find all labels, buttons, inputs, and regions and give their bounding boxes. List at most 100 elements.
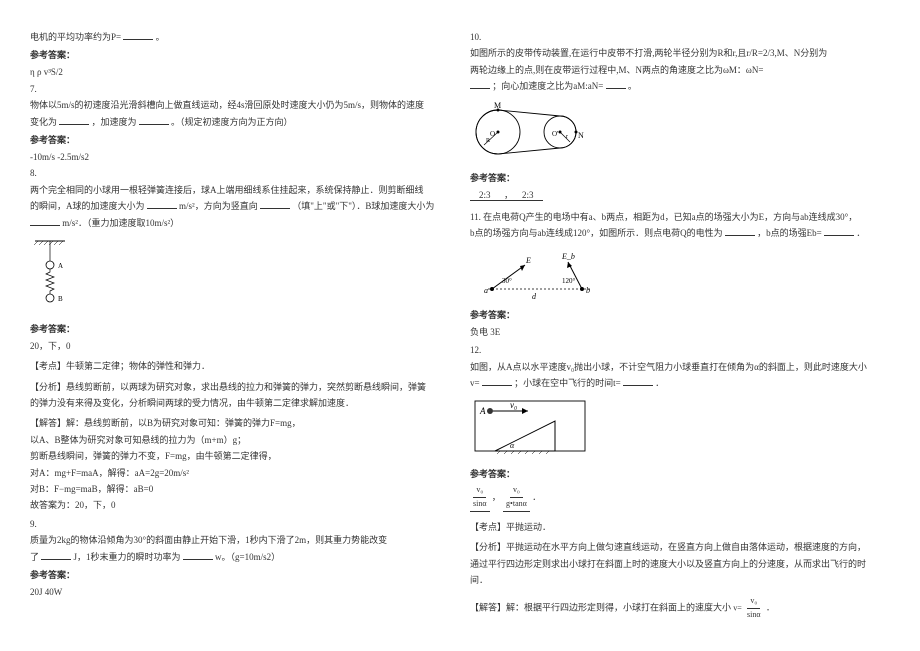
- blank: [824, 226, 854, 236]
- q12-num: 12.: [470, 343, 890, 357]
- q8-figure: A B: [30, 236, 450, 316]
- q8-line2: 的瞬间，A球的加速度大小为 m/s²，方向为竖直向 （填"上"或"下"）．B球加…: [30, 199, 450, 213]
- f12-2: 通过平行四边形定则求出小球打在斜面上时的速度大小以及竖直方向上的分速度，从而求出…: [470, 557, 890, 571]
- q8-t2c: （填"上"或"下"）．B球加速度大小为: [292, 201, 434, 211]
- a8-jie1: 【解答】解：悬线剪断前，以B为研究对象可知：弹簧的弹力F=mg，: [30, 416, 450, 430]
- svg-text:B: B: [58, 295, 63, 303]
- s12-frac: v₀ sinα: [744, 595, 764, 622]
- q6-text: 电机的平均功率约为P=: [30, 32, 121, 42]
- q12-line2: v= ；小球在空中飞行的时间t= ．: [470, 376, 890, 390]
- q12-t2: v=: [470, 378, 480, 388]
- svg-text:b: b: [586, 286, 590, 295]
- answer-label: 参考答案：: [30, 322, 450, 335]
- q9-t2c: w。（g=10m/s2）: [215, 552, 280, 562]
- q11-t2b: ，b点的场强Eb=: [757, 228, 822, 238]
- a8-jie5: 对B：F−mg=maB，解得：aB=0: [30, 482, 450, 496]
- answer-label: 参考答案：: [470, 171, 890, 184]
- answer-label: 参考答案：: [30, 48, 450, 61]
- svg-text:v₀: v₀: [510, 400, 517, 410]
- svg-text:N: N: [578, 131, 584, 140]
- svg-text:O': O': [552, 130, 558, 138]
- a8-jie4: 对A：mg+F=maA，解得：aA=2g=20m/s²: [30, 466, 450, 480]
- q9-line2: 了 J，1秒末重力的瞬时功率为 w。（g=10m/s2）: [30, 550, 450, 564]
- a6: η ρ v³S/2: [30, 65, 450, 79]
- q10-line1: 如图所示的皮带传动装置,在运行中皮带不打滑,两轮半径分别为R和r,且r/R=2/…: [470, 46, 890, 60]
- a12: v₀ sinα ， v₀ g•tanα ．: [470, 484, 890, 512]
- q11-line2: b点的场强方向与ab连线成120°，如图所示．则点电荷Q的电性为 ，b点的场强E…: [470, 226, 890, 240]
- q11-t2: b点的场强方向与ab连线成120°，如图所示．则点电荷Q的电性为: [470, 228, 723, 238]
- a12-frac2: v₀ g•tanα: [503, 484, 530, 512]
- a7: -10m/s -2.5m/s2: [30, 150, 450, 164]
- svg-text:r: r: [566, 134, 568, 140]
- q7-t4: 。（规定初速度方向为正方向）: [171, 117, 293, 127]
- svg-text:R: R: [486, 138, 490, 144]
- a8-jie6: 故答案为：20，下，0: [30, 498, 450, 512]
- q11-t2c: ．: [856, 228, 865, 238]
- a8-jie2: 以A、B整体为研究对象可知悬线的拉力为（m+m）g；: [30, 433, 450, 447]
- left-column: 电机的平均功率约为P= 。 参考答案： η ρ v³S/2 7. 物体以5m/s…: [20, 30, 460, 621]
- q9-num: 9.: [30, 517, 450, 531]
- q8-t2: 的瞬间，A球的加速度大小为: [30, 201, 145, 211]
- svg-text:d: d: [532, 292, 537, 301]
- a12-end: ．: [532, 492, 541, 502]
- q10-num: 10.: [470, 30, 890, 44]
- q11-line1: 11. 在点电荷Q产生的电场中有a、b两点，相距为d，已知a点的场强大小为E，方…: [470, 210, 890, 224]
- a8-jie3: 剪断悬线瞬间，弹簧的弹力不变，F=mg，由牛顿第二定律得，: [30, 449, 450, 463]
- q9-line1: 质量为2kg的物体沿倾角为30°的斜面由静止开始下滑，1秒内下滑了2m，则其重力…: [30, 533, 450, 547]
- blank: [260, 199, 290, 209]
- svg-text:A: A: [479, 406, 486, 416]
- blank: [139, 115, 169, 125]
- q6-fragment: 电机的平均功率约为P= 。: [30, 30, 450, 44]
- q7-num: 7.: [30, 82, 450, 96]
- s12: 【解答】解：根据平行四边形定则得，小球打在斜面上的速度大小 v= v₀ sinα…: [470, 595, 890, 622]
- q6-end: 。: [156, 32, 165, 42]
- q10-t3: ；向心加速度之比为aM:aN=: [492, 81, 603, 91]
- svg-text:E_b: E_b: [561, 252, 575, 261]
- k12: 【考点】平抛运动．: [470, 520, 890, 534]
- q10-figure: O O' R r M N: [470, 100, 890, 165]
- q8-line1: 两个完全相同的小球用一根轻弹簧连接后，球A上端用细线系住挂起来，系统保持静止．则…: [30, 183, 450, 197]
- q7-t2: 变化为: [30, 117, 57, 127]
- blank: [147, 199, 177, 209]
- q7-line1: 物体以5m/s的初速度沿光滑斜槽向上做直线运动，经4s滑回原处时速度大小仍为5m…: [30, 98, 450, 112]
- svg-text:α: α: [510, 441, 515, 450]
- svg-text:a: a: [484, 286, 488, 295]
- s12-t2: ．: [766, 603, 775, 613]
- s12-t1: 【解答】解：根据平行四边形定则得，小球打在斜面上的速度大小: [470, 603, 731, 613]
- a11: 负电 3E: [470, 325, 890, 339]
- q8-num: 8.: [30, 166, 450, 180]
- blank: [725, 226, 755, 236]
- a10-text: 2:3 ， 2:3: [470, 190, 543, 201]
- q7-t3: ，加速度为: [92, 117, 137, 127]
- svg-text:30°: 30°: [502, 277, 512, 285]
- a12-frac1: v₀ sinα: [470, 484, 490, 512]
- frac-den: sinα: [470, 498, 490, 511]
- q9-t2: 了: [30, 552, 39, 562]
- a8-fenxi1: 【分析】悬线剪断前，以两球为研究对象，求出悬线的拉力和弹簧的弹力，突然剪断悬线瞬…: [30, 380, 450, 394]
- svg-text:E: E: [525, 256, 531, 265]
- q12-figure: A v₀ α: [470, 396, 890, 461]
- blank: [482, 376, 512, 386]
- blank: [183, 550, 213, 560]
- q12-t2c: ．: [655, 378, 664, 388]
- answer-label: 参考答案：: [30, 133, 450, 146]
- a12-sep: ，: [492, 492, 501, 502]
- a9: 20J 40W: [30, 585, 450, 599]
- frac-den: g•tanα: [503, 498, 530, 511]
- answer-label: 参考答案：: [470, 308, 890, 321]
- f12-3: 间．: [470, 573, 890, 587]
- a8-fenxi2: 的弹力没有来得及变化，分析瞬间两球的受力情况，由牛顿第二定律求解加速度．: [30, 396, 450, 410]
- blank: [470, 79, 490, 89]
- answer-label: 参考答案：: [30, 568, 450, 581]
- blank: [606, 79, 626, 89]
- right-column: 10. 如图所示的皮带传动装置,在运行中皮带不打滑,两轮半径分别为R和r,且r/…: [460, 30, 900, 621]
- f12-1: 【分析】平抛运动在水平方向上做匀速直线运动，在竖直方向上做自由落体运动，根据速度…: [470, 540, 890, 554]
- q10-line3: ；向心加速度之比为aM:aN= 。: [470, 79, 890, 93]
- q10-t3b: 。: [628, 81, 637, 91]
- frac-den: sinα: [744, 609, 764, 622]
- blank: [41, 550, 71, 560]
- answer-label: 参考答案：: [470, 467, 890, 480]
- q12-t2b: ；小球在空中飞行的时间t=: [514, 378, 621, 388]
- q8-t3: m/s²．（重力加速度取10m/s²）: [62, 218, 179, 228]
- q9-t2b: J，1秒末重力的瞬时功率为: [74, 552, 181, 562]
